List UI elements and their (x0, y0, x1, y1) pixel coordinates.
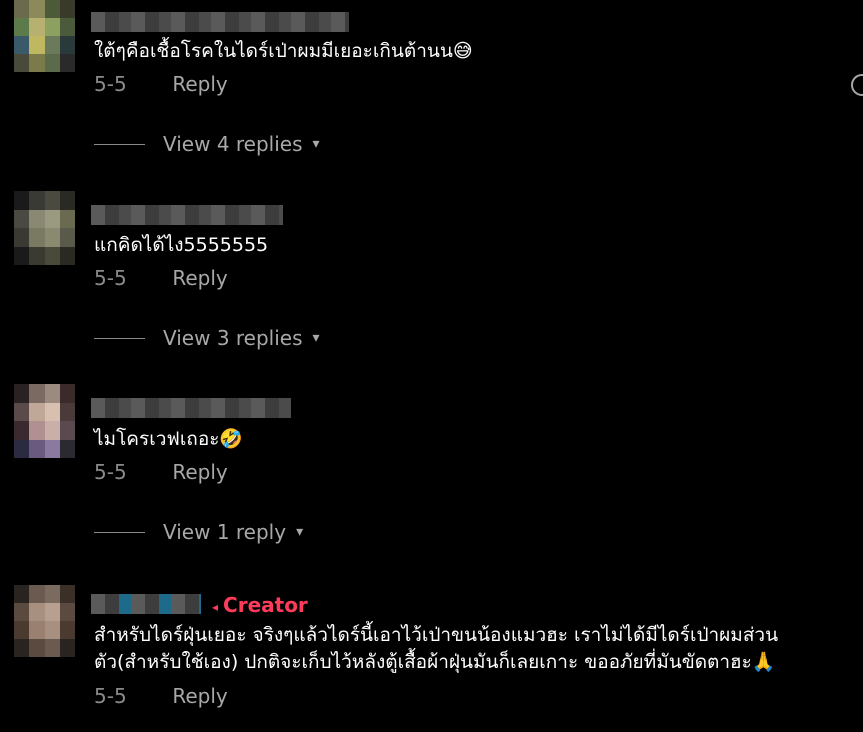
view-replies-button[interactable]: View 3 replies ▾ (94, 326, 320, 350)
comment-date: 5-5 (94, 460, 127, 484)
divider-line (94, 143, 145, 145)
avatar[interactable] (14, 0, 75, 72)
comment-date: 5-5 (94, 266, 127, 290)
reply-button[interactable]: Reply (172, 266, 227, 290)
view-replies-label: View 3 replies (163, 326, 303, 350)
avatar[interactable] (14, 585, 75, 657)
comment-meta: 5-5 Reply (94, 684, 228, 708)
comment-meta: 5-5 Reply (94, 460, 228, 484)
comment-date: 5-5 (94, 684, 127, 708)
view-replies-button[interactable]: View 1 reply ▾ (94, 520, 303, 544)
chevron-down-icon: ▾ (296, 524, 304, 540)
reply-button[interactable]: Reply (172, 72, 227, 96)
avatar[interactable] (14, 384, 75, 458)
chevron-down-icon: ▾ (312, 136, 320, 152)
divider-line (94, 337, 145, 339)
comment-meta: 5-5 Reply (94, 72, 228, 96)
heart-icon[interactable] (851, 74, 863, 96)
comment-date: 5-5 (94, 72, 127, 96)
comment-meta: 5-5 Reply (94, 266, 228, 290)
avatar[interactable] (14, 191, 75, 265)
creator-mark-icon: ◂ (212, 599, 219, 614)
view-replies-label: View 1 reply (163, 520, 287, 544)
username[interactable] (91, 205, 283, 225)
username[interactable] (91, 398, 291, 418)
username[interactable] (91, 12, 349, 32)
comment-text: ไมโครเวฟเถอะ🤣 (94, 428, 244, 450)
view-replies-label: View 4 replies (163, 132, 303, 156)
creator-label: Creator (223, 593, 308, 617)
view-replies-button[interactable]: View 4 replies ▾ (94, 132, 320, 156)
reply-button[interactable]: Reply (172, 684, 227, 708)
reply-button[interactable]: Reply (172, 460, 227, 484)
divider-line (94, 531, 145, 533)
username[interactable] (91, 594, 201, 614)
comment-text: แกคิดได้ไง5555555 (94, 234, 269, 256)
comment-text: ใต้ๆคือเชื้อโรคในไดร์เป่าผมมีเยอะเกินต้า… (94, 40, 473, 62)
creator-badge: ◂ Creator (212, 593, 308, 617)
chevron-down-icon: ▾ (312, 330, 320, 346)
comment-text: สำหรับไดร์ฝุ่นเยอะ จริงๆแล้วไดร์นี้เอาไว… (94, 624, 779, 673)
